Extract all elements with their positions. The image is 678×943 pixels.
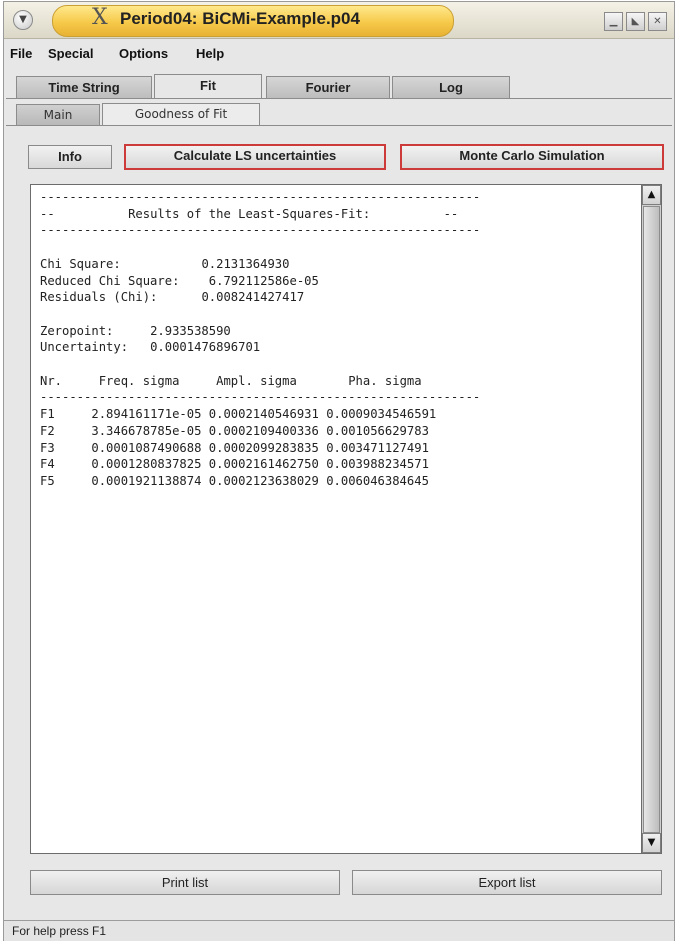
tab-divider bbox=[6, 98, 672, 99]
reduced-chi-square-value: 6.792112586e-05 bbox=[208, 273, 319, 288]
monte-carlo-simulation-button[interactable]: Monte Carlo Simulation bbox=[400, 144, 664, 170]
scroll-up-icon[interactable]: ▲ bbox=[642, 185, 661, 205]
results-text: ----------------------------------------… bbox=[31, 185, 641, 490]
uncertainty-value: 0.0001476896701 bbox=[150, 340, 261, 355]
scrollbar-thumb[interactable] bbox=[643, 206, 660, 833]
app-window: ▼ X Period04: BiCMi-Example.p04 ▁ ◣ ✕ Fi… bbox=[3, 1, 675, 941]
menu-help[interactable]: Help bbox=[196, 46, 224, 61]
zeropoint-label: Zeropoint: bbox=[40, 323, 114, 338]
maximize-icon[interactable]: ◣ bbox=[626, 12, 645, 31]
status-text: For help press F1 bbox=[12, 924, 107, 938]
column-pha-sigma: Pha. sigma bbox=[348, 373, 422, 388]
minimize-icon[interactable]: ▁ bbox=[604, 12, 623, 31]
status-bar: For help press F1 bbox=[4, 920, 674, 941]
menu-file[interactable]: File bbox=[10, 46, 32, 61]
residuals-value: 0.008241427417 bbox=[201, 290, 305, 305]
table-row: F2 3.346678785e-05 0.0002109400336 0.001… bbox=[40, 423, 429, 438]
calculate-ls-uncertainties-button[interactable]: Calculate LS uncertainties bbox=[124, 144, 386, 170]
chi-square-label: Chi Square: bbox=[40, 256, 121, 271]
table-row: F3 0.0001087490688 0.0002099283835 0.003… bbox=[40, 440, 429, 455]
subtab-divider bbox=[6, 125, 672, 126]
subtab-goodness-of-fit[interactable]: Goodness of Fit bbox=[102, 103, 260, 125]
reduced-chi-square-label: Reduced Chi Square: bbox=[40, 273, 180, 288]
x-logo-icon: X bbox=[92, 5, 108, 30]
menu-bar: File Special Options Help bbox=[4, 40, 674, 66]
header-dash-left: -- bbox=[40, 206, 55, 221]
tab-fit[interactable]: Fit bbox=[154, 74, 262, 98]
results-heading: Results of the Least-Squares-Fit: bbox=[128, 206, 371, 221]
print-list-button[interactable]: Print list bbox=[30, 870, 340, 895]
title-bar[interactable]: ▼ X Period04: BiCMi-Example.p04 ▁ ◣ ✕ bbox=[4, 2, 674, 39]
table-row: F4 0.0001280837825 0.0002161462750 0.003… bbox=[40, 457, 429, 472]
column-ampl-sigma: Ampl. sigma bbox=[216, 373, 297, 388]
export-list-button[interactable]: Export list bbox=[352, 870, 662, 895]
vertical-scrollbar[interactable]: ▲ ▼ bbox=[642, 184, 662, 854]
header-rule-top: ----------------------------------------… bbox=[40, 190, 481, 204]
uncertainty-label: Uncertainty: bbox=[40, 340, 129, 355]
column-freq-sigma: Freq. sigma bbox=[98, 373, 180, 388]
zeropoint-value: 2.933538590 bbox=[150, 323, 231, 338]
header-dash-right: -- bbox=[443, 206, 459, 221]
header-rule-bottom: ----------------------------------------… bbox=[40, 223, 481, 238]
tab-time-string[interactable]: Time String bbox=[16, 76, 152, 98]
columns-rule: ----------------------------------------… bbox=[40, 390, 481, 405]
table-row: F1 2.894161171e-05 0.0002140546931 0.000… bbox=[40, 407, 437, 422]
menu-options[interactable]: Options bbox=[119, 46, 168, 61]
subtab-main[interactable]: Main bbox=[16, 104, 100, 125]
column-nr: Nr. bbox=[40, 373, 63, 388]
menu-special[interactable]: Special bbox=[48, 46, 94, 61]
window-title: Period04: BiCMi-Example.p04 bbox=[120, 9, 360, 28]
scroll-down-icon[interactable]: ▼ bbox=[642, 833, 661, 853]
table-row: F5 0.0001921138874 0.0002123638029 0.006… bbox=[40, 473, 429, 488]
results-text-area[interactable]: ----------------------------------------… bbox=[30, 184, 642, 854]
tab-fourier[interactable]: Fourier bbox=[266, 76, 390, 98]
chi-square-value: 0.2131364930 bbox=[201, 256, 290, 271]
chevron-down-icon[interactable]: ▼ bbox=[13, 10, 33, 30]
close-icon[interactable]: ✕ bbox=[648, 12, 667, 31]
residuals-label: Residuals (Chi): bbox=[40, 290, 158, 305]
info-button[interactable]: Info bbox=[28, 145, 112, 169]
tab-log[interactable]: Log bbox=[392, 76, 510, 98]
